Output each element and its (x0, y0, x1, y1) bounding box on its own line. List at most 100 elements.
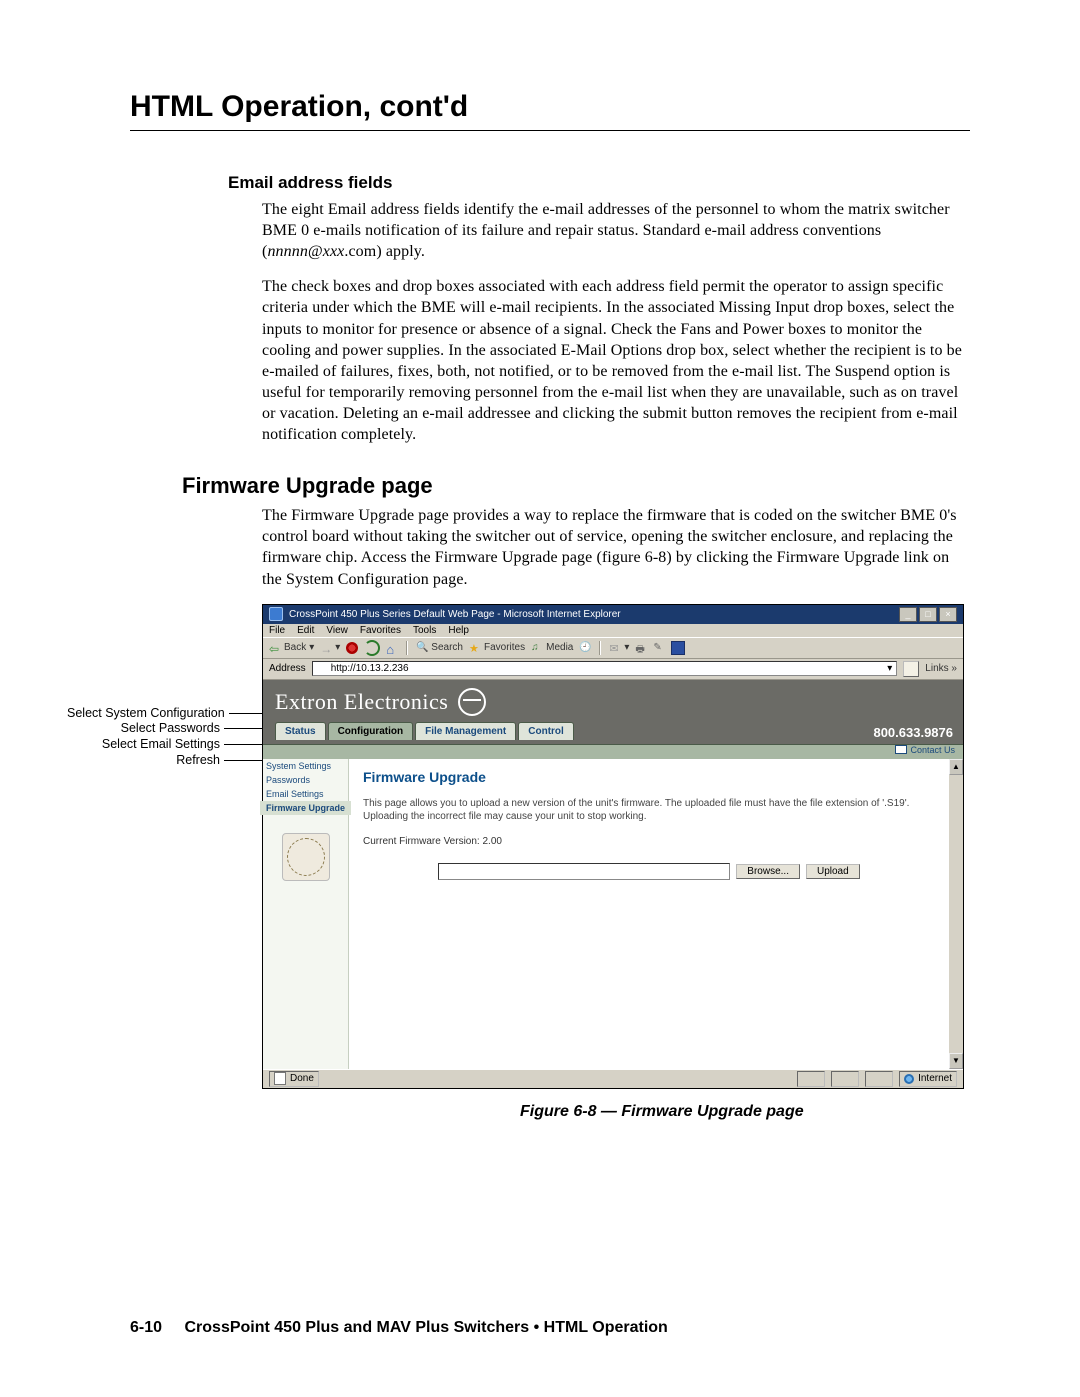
maximize-button[interactable]: □ (919, 607, 937, 622)
go-button[interactable] (903, 661, 919, 677)
tab-file-management[interactable]: File Management (415, 722, 516, 740)
address-bar: Address http://10.13.2.236 ▾ Links » (263, 659, 963, 680)
titlebar[interactable]: CrossPoint 450 Plus Series Default Web P… (263, 605, 963, 624)
status-bar: Done Internet (263, 1069, 963, 1088)
minimize-button[interactable]: _ (899, 607, 917, 622)
email-fields-para-1b: .com) apply. (344, 243, 425, 260)
page-icon (274, 1072, 286, 1085)
forward-icon (320, 642, 332, 654)
callout-passwords: Select Passwords (67, 721, 262, 737)
scroll-down-button[interactable]: ▼ (949, 1053, 963, 1069)
menu-view[interactable]: View (326, 625, 348, 636)
sidebar-item-system-settings[interactable]: System Settings (260, 759, 351, 773)
home-icon (386, 642, 398, 654)
menu-tools[interactable]: Tools (413, 625, 436, 636)
main-pane: Firmware Upgrade This page allows you to… (349, 759, 949, 1069)
brand-logo-icon (458, 688, 486, 716)
history-button[interactable] (579, 642, 591, 654)
firmware-upgrade-heading: Firmware Upgrade (363, 769, 935, 785)
forward-button[interactable]: ▾ (320, 642, 340, 654)
sidebar-item-email-settings[interactable]: Email Settings (260, 787, 351, 801)
word-button[interactable] (671, 641, 685, 655)
footer-text: CrossPoint 450 Plus and MAV Plus Switche… (184, 1319, 667, 1336)
callout-email-settings: Select Email Settings (67, 737, 262, 753)
callout-refresh: Refresh (67, 753, 262, 769)
close-button[interactable]: × (939, 607, 957, 622)
media-icon (531, 642, 543, 654)
brand-text: Extron Electronics (275, 689, 448, 715)
menu-file[interactable]: File (269, 625, 285, 636)
status-cell-3 (865, 1071, 893, 1087)
search-icon (416, 642, 428, 654)
tab-subbar: Contact Us (263, 744, 963, 759)
search-button[interactable]: Search (416, 642, 463, 654)
refresh-icon (364, 640, 380, 656)
stop-button[interactable] (346, 642, 358, 654)
status-zone: Internet (899, 1071, 957, 1087)
address-input[interactable]: http://10.13.2.236 ▾ (312, 661, 898, 676)
email-fields-para-1: The eight Email address fields identify … (262, 199, 970, 262)
menubar[interactable]: File Edit View Favorites Tools Help (263, 624, 963, 637)
word-icon (671, 641, 685, 655)
mail-icon (609, 642, 621, 654)
figure-6-8: Select System Configuration Select Passw… (262, 604, 962, 1089)
tab-status[interactable]: Status (275, 722, 326, 740)
stop-icon (346, 642, 358, 654)
ie-icon (269, 607, 283, 621)
firmware-file-input[interactable] (438, 863, 730, 880)
envelope-icon (895, 745, 907, 754)
menu-edit[interactable]: Edit (297, 625, 314, 636)
scroll-up-button[interactable]: ▲ (949, 759, 963, 775)
mail-button[interactable]: ▾ (609, 642, 629, 654)
history-icon (579, 642, 591, 654)
browse-button[interactable]: Browse... (736, 864, 800, 879)
vertical-scrollbar[interactable]: ▲ ▼ (949, 759, 963, 1069)
upload-button[interactable]: Upload (806, 864, 860, 879)
print-button[interactable] (635, 642, 647, 654)
menu-favorites[interactable]: Favorites (360, 625, 401, 636)
email-fields-para-1em: nnnnn@xxx (267, 243, 344, 260)
page-title: HTML Operation, cont'd (130, 90, 970, 124)
title-rule (130, 130, 970, 131)
current-firmware-version: Current Firmware Version: 2.00 (363, 836, 935, 847)
address-label: Address (269, 663, 306, 674)
address-value: http://10.13.2.236 (331, 663, 409, 674)
links-toggle[interactable]: Links » (925, 663, 957, 674)
firmware-heading: Firmware Upgrade page (182, 473, 970, 499)
home-button[interactable] (386, 642, 398, 654)
page-footer: 6-10 CrossPoint 450 Plus and MAV Plus Sw… (130, 1319, 970, 1337)
refresh-seal-icon[interactable] (282, 833, 330, 881)
firmware-upgrade-desc: This page allows you to upload a new ver… (363, 797, 935, 824)
email-fields-heading: Email address fields (228, 173, 970, 193)
ie-window: CrossPoint 450 Plus Series Default Web P… (262, 604, 964, 1089)
tab-configuration[interactable]: Configuration (328, 722, 414, 740)
callout-system-config: Select System Configuration (67, 706, 262, 722)
brand-bar: Extron Electronics Status Configuration … (263, 680, 963, 744)
window-title: CrossPoint 450 Plus Series Default Web P… (289, 609, 621, 620)
menu-help[interactable]: Help (448, 625, 469, 636)
toolbar: Back ▾ ▾ Search Favorites Media ▾ (263, 637, 963, 659)
email-fields-para-2: The check boxes and drop boxes associate… (262, 276, 970, 445)
refresh-button[interactable] (364, 640, 380, 656)
status-done: Done (269, 1071, 319, 1087)
contact-us-link[interactable]: Contact Us (895, 745, 955, 755)
back-button[interactable]: Back ▾ (269, 642, 314, 654)
sidebar-item-firmware-upgrade[interactable]: Firmware Upgrade (260, 801, 351, 815)
favorites-button[interactable]: Favorites (469, 642, 525, 654)
favorites-icon (469, 642, 481, 654)
edit-button[interactable] (653, 642, 665, 654)
internet-zone-icon (904, 1074, 914, 1084)
media-button[interactable]: Media (531, 642, 573, 654)
figure-caption: Figure 6-8 — Firmware Upgrade page (520, 1103, 970, 1121)
status-cell-1 (797, 1071, 825, 1087)
figure-callouts: Select System Configuration Select Passw… (67, 706, 262, 769)
back-icon (269, 642, 281, 654)
sidebar-item-passwords[interactable]: Passwords (260, 773, 351, 787)
ie-page-icon (317, 664, 327, 674)
status-cell-2 (831, 1071, 859, 1087)
page-number: 6-10 (130, 1319, 162, 1336)
print-icon (635, 642, 647, 654)
edit-icon (653, 642, 665, 654)
firmware-para: The Firmware Upgrade page provides a way… (262, 505, 970, 589)
tab-control[interactable]: Control (518, 722, 574, 740)
